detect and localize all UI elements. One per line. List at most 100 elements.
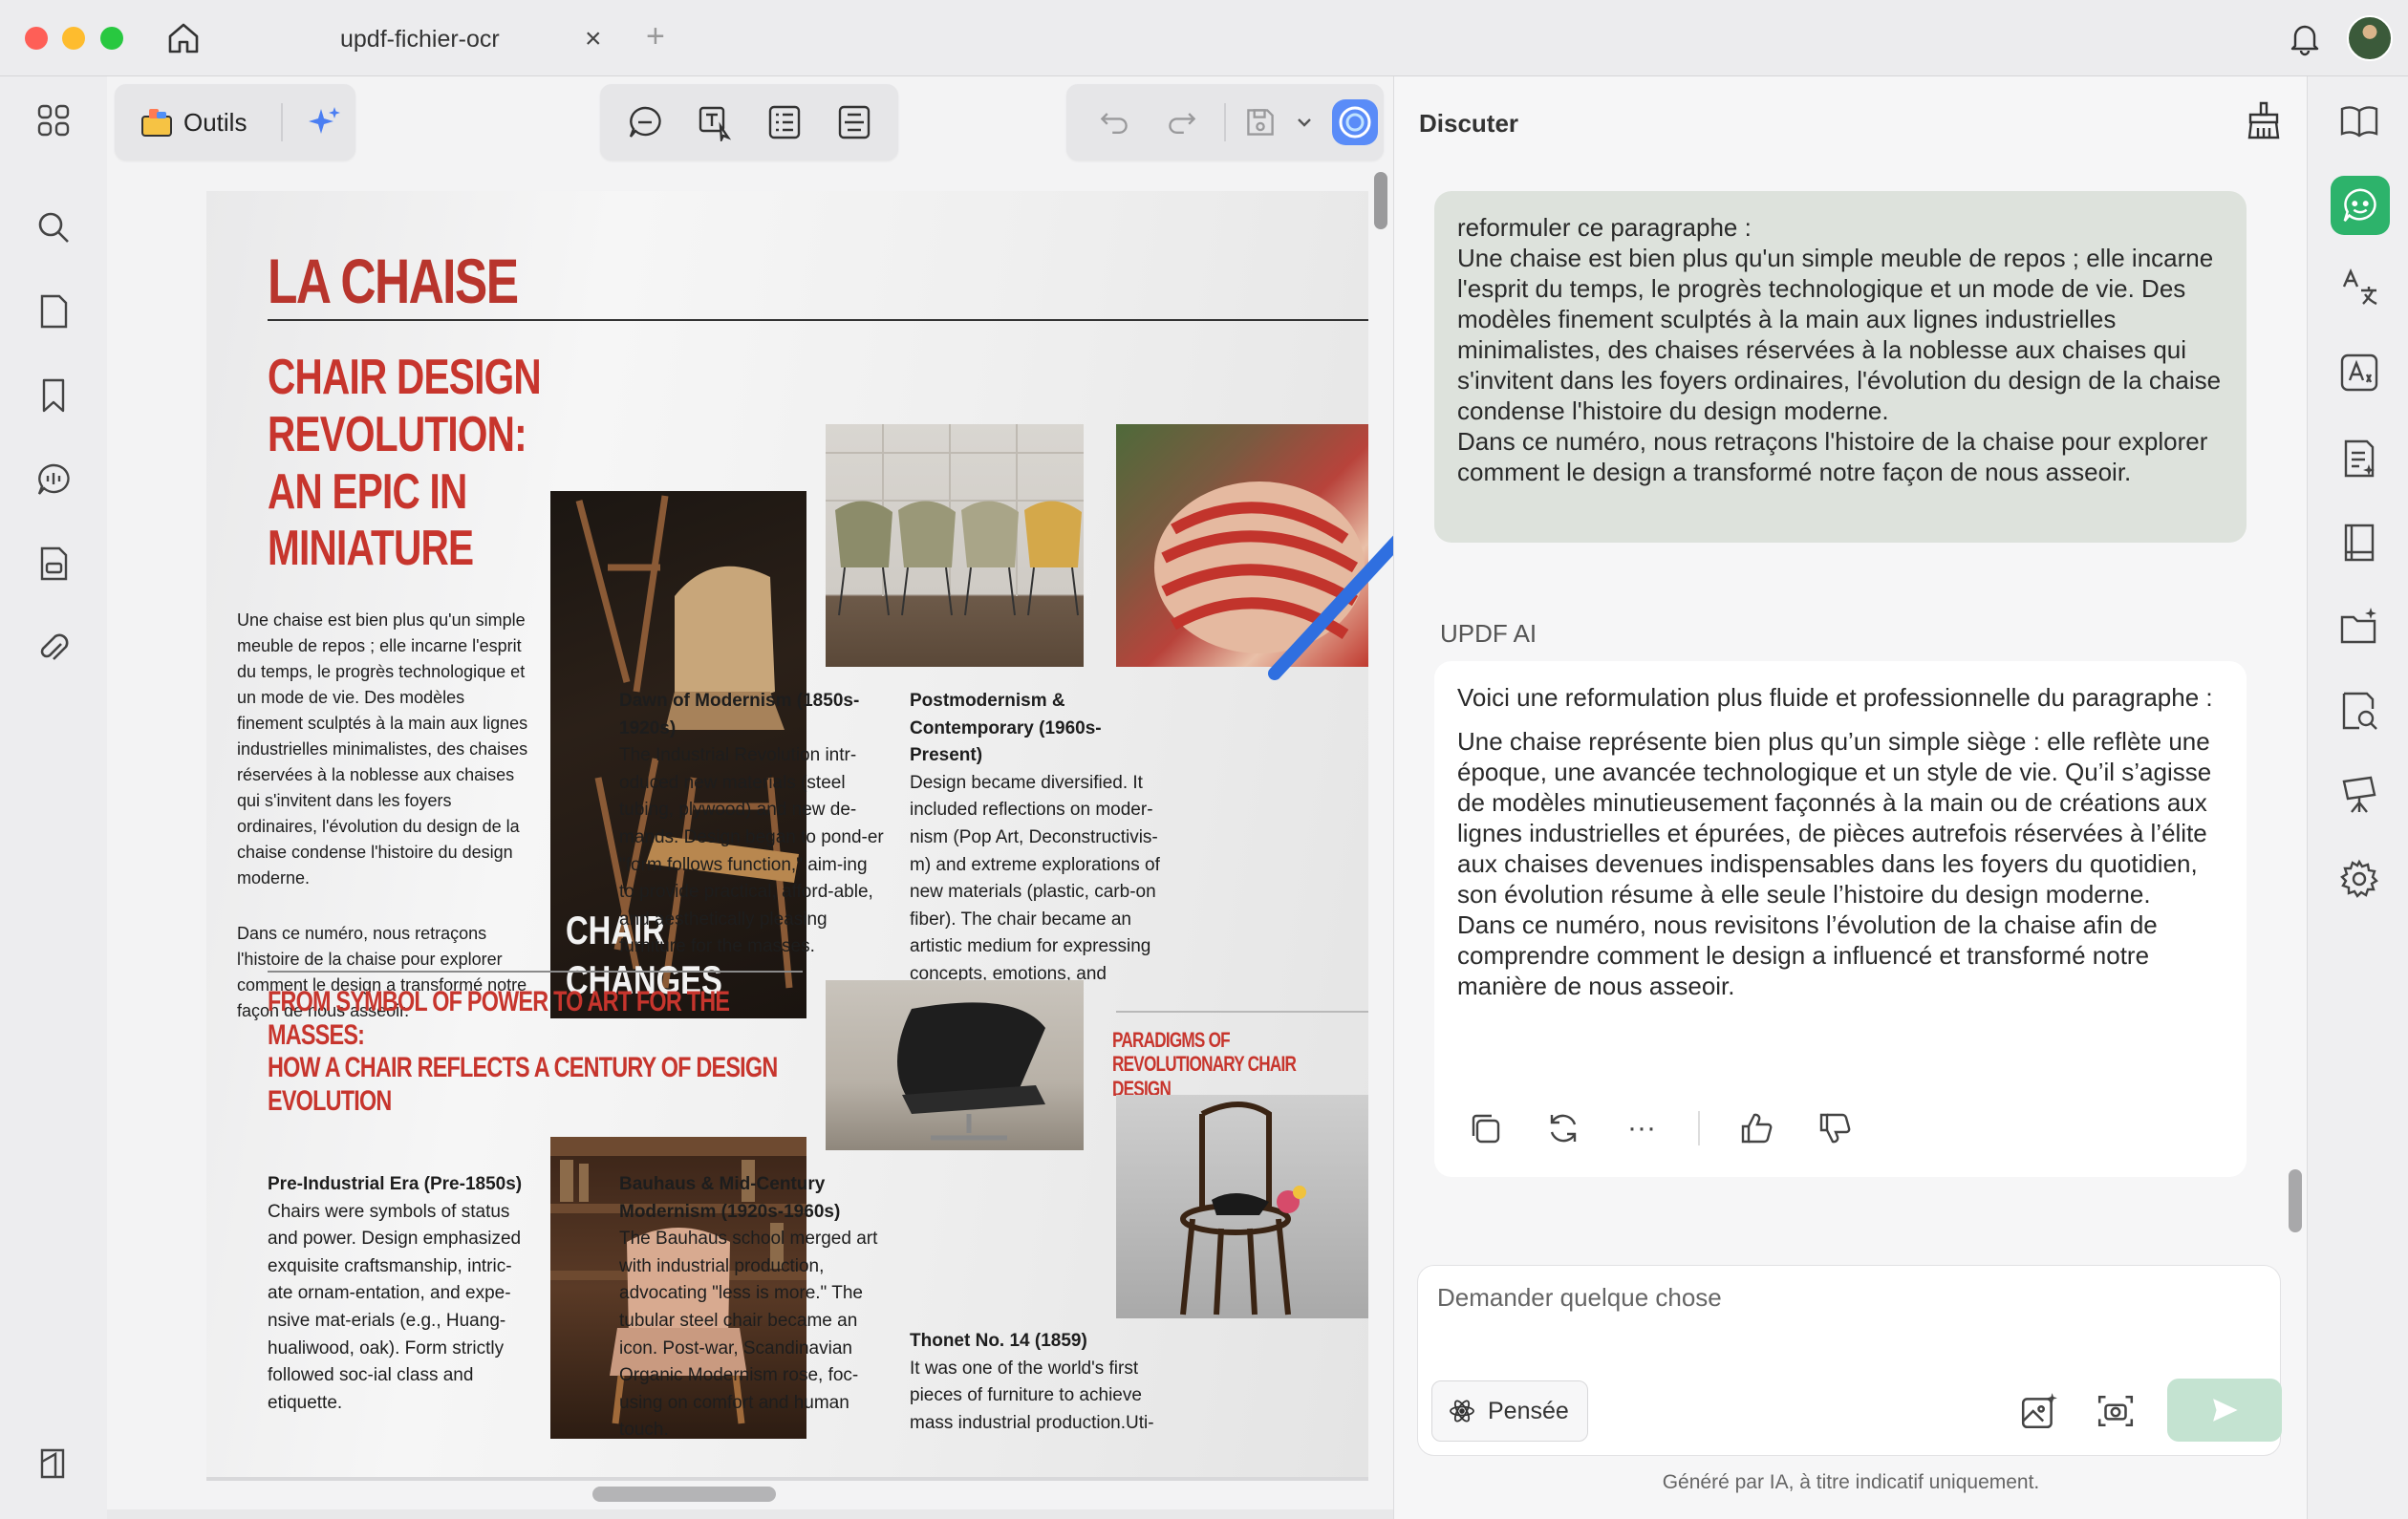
toolbar-divider	[1224, 103, 1227, 141]
translate-icon[interactable]	[2336, 264, 2382, 310]
title-rule	[268, 319, 1368, 321]
updf-ai-button[interactable]	[1326, 94, 1384, 151]
send-button[interactable]	[2167, 1379, 2282, 1442]
thinking-mode-label: Pensée	[1488, 1397, 1569, 1424]
ai-disclaimer: Généré par IA, à titre indicatif uniquem…	[1662, 1471, 2040, 1493]
document-tab[interactable]: updf-fichier-ocr ×	[248, 13, 631, 63]
chat-scrollbar[interactable]	[2289, 1169, 2302, 1232]
section-rule	[1116, 1011, 1368, 1013]
pre-industrial-body: Chairs were symbols of status and power.…	[268, 1201, 522, 1413]
attachment-icon[interactable]	[32, 627, 75, 669]
pre-industrial-section: Pre-Industrial Era (Pre-1850s) Chairs we…	[268, 1171, 526, 1417]
thonet-section: Thonet No. 14 (1859) It was one of the w…	[910, 1328, 1170, 1437]
shell-chairs-photo	[826, 424, 1084, 667]
folder-ai-icon[interactable]	[2336, 604, 2382, 650]
save-options-chevron-icon[interactable]	[1293, 94, 1316, 151]
postmodern-title: Postmodernism & Contemporary (1960s-Pres…	[910, 691, 1102, 766]
text-recognition-icon[interactable]	[2336, 350, 2382, 396]
forms-icon[interactable]	[32, 543, 75, 585]
thumbs-down-icon[interactable]	[1813, 1106, 1857, 1150]
settings-gear-icon[interactable]	[2336, 856, 2382, 902]
sidebar-toggle-icon[interactable]	[32, 1443, 75, 1485]
reader-mode-icon[interactable]	[2336, 520, 2382, 566]
copy-icon[interactable]	[1463, 1106, 1507, 1150]
left-sidebar	[0, 76, 107, 1519]
intro-paragraph: Une chaise est bien plus qu'un simple me…	[237, 610, 528, 888]
minimize-window-button[interactable]	[62, 27, 85, 50]
close-window-button[interactable]	[25, 27, 48, 50]
outils-button[interactable]: Outils	[183, 108, 247, 138]
bauhaus-section: Bauhaus & Mid-Century Modernism (1920s-1…	[619, 1171, 887, 1444]
chat-title: Discuter	[1419, 109, 1519, 138]
right-sidebar	[2307, 76, 2408, 1519]
chat-input[interactable]	[1437, 1283, 2259, 1313]
send-icon	[2213, 1399, 2238, 1422]
pdf-page: LA CHAISE CHAIR DESIGN REVOLUTION: AN EP…	[206, 191, 1368, 1481]
ai-response-intro: Voici une reformulation plus fluide et p…	[1457, 683, 2213, 712]
reading-book-icon[interactable]	[2336, 97, 2382, 143]
maximize-window-button[interactable]	[100, 27, 123, 50]
page-thumbnail-icon[interactable]	[32, 290, 75, 332]
more-options-icon[interactable]: ···	[1620, 1106, 1664, 1150]
edit-text-tool-icon[interactable]	[686, 94, 743, 151]
ai-response-bubble: Voici une reformulation plus fluide et p…	[1434, 661, 2247, 1177]
screenshot-camera-icon[interactable]	[2093, 1388, 2139, 1434]
shell-chairs-illustration	[826, 424, 1084, 616]
history-toolbar	[1066, 84, 1384, 160]
sub-headline-line: EVOLUTION	[268, 1084, 392, 1117]
thonet-body: It was one of the world's first pieces o…	[910, 1358, 1154, 1433]
user-message-bubble: reformuler ce paragraphe : Une chaise es…	[1434, 191, 2247, 543]
main-headline-line: CHAIR DESIGN REVOLUTION:	[268, 350, 542, 462]
home-icon[interactable]	[164, 19, 203, 57]
ai-assistant-icon[interactable]	[2331, 176, 2390, 235]
paradigms-headline-line: PARADIGMS OF	[1112, 1028, 1231, 1052]
image-upload-icon[interactable]	[2016, 1388, 2062, 1434]
clear-chat-broom-icon[interactable]	[2243, 99, 2285, 141]
grid-apps-icon[interactable]	[32, 99, 75, 141]
actions-divider	[1698, 1111, 1700, 1145]
document-vertical-scrollbar[interactable]	[1374, 172, 1387, 229]
redo-icon[interactable]	[1154, 94, 1212, 151]
comment-tool-icon[interactable]	[616, 94, 674, 151]
thumbs-up-icon[interactable]	[1734, 1106, 1778, 1150]
user-message-text: reformuler ce paragraphe : Une chaise es…	[1457, 213, 2222, 486]
ai-response-actions: ···	[1463, 1106, 1857, 1150]
new-tab-icon[interactable]: +	[646, 17, 665, 55]
postmodern-body: Design became diversified. It included r…	[910, 772, 1160, 1012]
striped-armchair-photo	[1116, 424, 1368, 667]
ai-chat-panel: Discuter reformuler ce paragraphe : Une …	[1393, 76, 2307, 1519]
sub-headline: FROM SYMBOL OF POWER TO ART FOR THE MASS…	[268, 986, 805, 1118]
section-rule	[268, 971, 803, 973]
ai-summary-icon[interactable]	[2336, 436, 2382, 481]
thinking-mode-button[interactable]: Pensée	[1431, 1380, 1588, 1442]
search-icon[interactable]	[32, 206, 75, 248]
paradigms-headline: PARADIGMS OF REVOLUTIONARY CHAIR DESIGN	[1112, 1028, 1351, 1101]
ai-sender-label: UPDF AI	[1440, 619, 1537, 648]
dawn-of-modernism-section: Dawn of Modernism (1850s-1920s) The Indu…	[619, 688, 887, 961]
bell-icon[interactable]	[2286, 19, 2324, 57]
ai-sparkle-icon[interactable]	[296, 94, 354, 151]
presentation-icon[interactable]	[2336, 772, 2382, 818]
user-avatar[interactable]	[2347, 15, 2393, 61]
regenerate-icon[interactable]	[1541, 1106, 1585, 1150]
comments-icon[interactable]	[32, 459, 75, 501]
tools-toolbar: Outils	[115, 84, 355, 160]
document-viewer: Outils LA CHAISE CHAIR DESIGN REVOLUTION…	[107, 76, 1542, 1509]
pre-industrial-title: Pre-Industrial Era (Pre-1850s)	[268, 1174, 523, 1194]
organize-pages-icon[interactable]	[756, 94, 813, 151]
document-horizontal-track	[206, 1477, 1368, 1481]
dawn-title: Dawn of Modernism (1850s-1920s)	[619, 691, 860, 738]
chat-composer: Pensée	[1417, 1265, 2282, 1456]
tab-close-icon[interactable]: ×	[585, 23, 602, 55]
undo-icon[interactable]	[1086, 94, 1143, 151]
ai-response-body: Une chaise représente bien plus qu’un si…	[1457, 727, 2212, 1000]
bookmark-icon[interactable]	[32, 374, 75, 417]
tab-title: updf-fichier-ocr	[340, 26, 500, 53]
toolbar-divider	[281, 103, 284, 141]
bentwood-chair-illustration	[1180, 1102, 1306, 1316]
search-document-icon[interactable]	[2336, 688, 2382, 734]
thonet-title: Thonet No. 14 (1859)	[910, 1331, 1087, 1351]
save-icon[interactable]	[1239, 94, 1281, 151]
scan-ocr-icon[interactable]	[826, 94, 883, 151]
document-horizontal-scrollbar[interactable]	[592, 1487, 776, 1502]
